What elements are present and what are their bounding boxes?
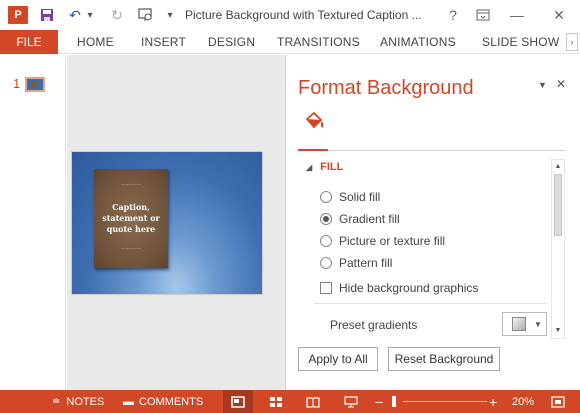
gradient-swatch-icon xyxy=(512,317,526,331)
pane-close-icon[interactable]: ✕ xyxy=(556,77,566,91)
ornament-bottom: ~~~~~ xyxy=(120,246,142,253)
document-title: Picture Background with Textured Caption… xyxy=(185,8,422,22)
comments-button[interactable]: ▬ COMMENTS xyxy=(123,390,203,413)
gradient-fill-label: Gradient fill xyxy=(339,212,400,226)
reading-view-icon[interactable] xyxy=(298,390,328,413)
pane-title: Format Background xyxy=(298,77,474,99)
title-bar: P ↶ ▾ ↻ ▾ Picture Background with Textur… xyxy=(0,0,580,30)
tab-file[interactable]: FILE xyxy=(0,30,58,54)
slide-sorter-view-icon[interactable] xyxy=(261,390,291,413)
save-icon[interactable] xyxy=(38,6,56,24)
picture-texture-fill-option[interactable]: Picture or texture fill xyxy=(320,234,445,248)
notes-label: NOTES xyxy=(66,395,105,408)
preset-gradients-dropdown[interactable]: ▼ xyxy=(502,312,547,336)
apply-to-all-button[interactable]: Apply to All xyxy=(298,347,378,371)
pattern-fill-label: Pattern fill xyxy=(339,256,393,270)
zoom-slider-thumb[interactable] xyxy=(392,396,396,407)
caption-box[interactable]: ~~~~~ Caption, statement or quote here ~… xyxy=(94,169,168,268)
pattern-fill-option[interactable]: Pattern fill xyxy=(320,256,392,270)
ribbon-tabs: FILE HOME INSERT DESIGN TRANSITIONS ANIM… xyxy=(0,30,580,54)
collapse-triangle-icon[interactable]: ◢ xyxy=(306,163,312,172)
picture-texture-fill-radio[interactable] xyxy=(320,235,332,247)
zoom-level[interactable]: 20% xyxy=(512,390,534,413)
powerpoint-app-icon[interactable]: P xyxy=(8,6,28,24)
gradient-fill-option[interactable]: Gradient fill xyxy=(320,212,400,226)
tab-slide-show[interactable]: SLIDE SHOW xyxy=(482,30,559,54)
help-icon[interactable]: ? xyxy=(442,4,464,26)
notes-button[interactable]: ≐ NOTES xyxy=(52,390,104,413)
thumbnail-caption-box xyxy=(31,81,38,88)
section-divider xyxy=(314,303,547,304)
solid-fill-option[interactable]: Solid fill xyxy=(320,190,380,204)
slide-editing-area: ~~~~~ Caption, statement or quote here ~… xyxy=(67,55,285,390)
slide-thumbnail[interactable] xyxy=(25,77,45,92)
minimize-icon[interactable]: — xyxy=(506,4,528,26)
fill-section-label: FILL xyxy=(320,161,344,173)
redo-icon[interactable]: ↻ xyxy=(108,6,126,24)
undo-dropdown-icon[interactable]: ▾ xyxy=(85,6,95,24)
slide-thumbnails-pane: 1 xyxy=(0,55,66,390)
pattern-fill-radio[interactable] xyxy=(320,257,332,269)
scroll-up-icon[interactable]: ▲ xyxy=(553,161,563,173)
slide-number: 1 xyxy=(13,76,21,91)
fill-section-header[interactable]: ◢ FILL xyxy=(306,161,343,173)
fill-bucket-icon[interactable] xyxy=(303,110,325,134)
comments-icon: ▬ xyxy=(123,395,134,408)
slide-canvas[interactable]: ~~~~~ Caption, statement or quote here ~… xyxy=(71,151,263,295)
pane-options-icon[interactable]: ▼ xyxy=(538,80,547,90)
chevron-down-icon: ▼ xyxy=(534,319,542,329)
customize-qat-icon[interactable]: ▾ xyxy=(165,6,175,24)
preset-gradients-label: Preset gradients xyxy=(330,318,418,332)
close-window-icon[interactable]: ✕ xyxy=(548,4,570,26)
ornament-top: ~~~~~ xyxy=(120,182,142,189)
tab-design[interactable]: DESIGN xyxy=(208,30,255,54)
hide-background-graphics-option[interactable]: Hide background graphics xyxy=(320,281,478,295)
zoom-in-button[interactable]: + xyxy=(489,390,497,413)
pane-scrollbar[interactable]: ▲ ▼ xyxy=(551,159,565,339)
comments-label: COMMENTS xyxy=(139,395,204,408)
tab-insert[interactable]: INSERT xyxy=(141,30,186,54)
fit-slide-to-window-icon[interactable] xyxy=(551,390,565,413)
normal-view-icon[interactable] xyxy=(223,390,253,413)
notes-icon: ≐ xyxy=(52,396,61,407)
scroll-down-icon[interactable]: ▼ xyxy=(553,325,563,337)
ribbon-scroll-right-icon[interactable]: › xyxy=(566,33,578,51)
hide-background-graphics-checkbox[interactable] xyxy=(320,282,332,294)
caption-text: Caption, statement or quote here xyxy=(102,202,160,234)
ribbon-display-options-icon[interactable] xyxy=(472,4,494,26)
tab-home[interactable]: HOME xyxy=(77,30,114,54)
tab-transitions[interactable]: TRANSITIONS xyxy=(277,30,360,54)
start-from-beginning-icon[interactable] xyxy=(136,6,156,24)
pane-tab-divider xyxy=(298,150,566,151)
zoom-out-button[interactable]: − xyxy=(375,390,383,413)
undo-icon[interactable]: ↶ xyxy=(66,6,84,24)
picture-texture-fill-label: Picture or texture fill xyxy=(339,234,446,248)
scrollbar-thumb[interactable] xyxy=(554,174,562,236)
gradient-fill-radio[interactable] xyxy=(320,213,332,225)
hide-background-graphics-label: Hide background graphics xyxy=(339,281,479,295)
pane-active-tab-indicator xyxy=(298,149,328,151)
reset-background-button[interactable]: Reset Background xyxy=(388,347,500,371)
status-bar: ≐ NOTES ▬ COMMENTS − + 20% xyxy=(0,390,580,413)
format-background-pane: Format Background ▼ ✕ ◢ FILL Solid fill … xyxy=(285,55,580,390)
solid-fill-label: Solid fill xyxy=(339,190,381,204)
tab-animations[interactable]: ANIMATIONS xyxy=(380,30,456,54)
zoom-slider-track[interactable] xyxy=(403,401,487,402)
solid-fill-radio[interactable] xyxy=(320,191,332,203)
slide-show-view-icon[interactable] xyxy=(336,390,366,413)
